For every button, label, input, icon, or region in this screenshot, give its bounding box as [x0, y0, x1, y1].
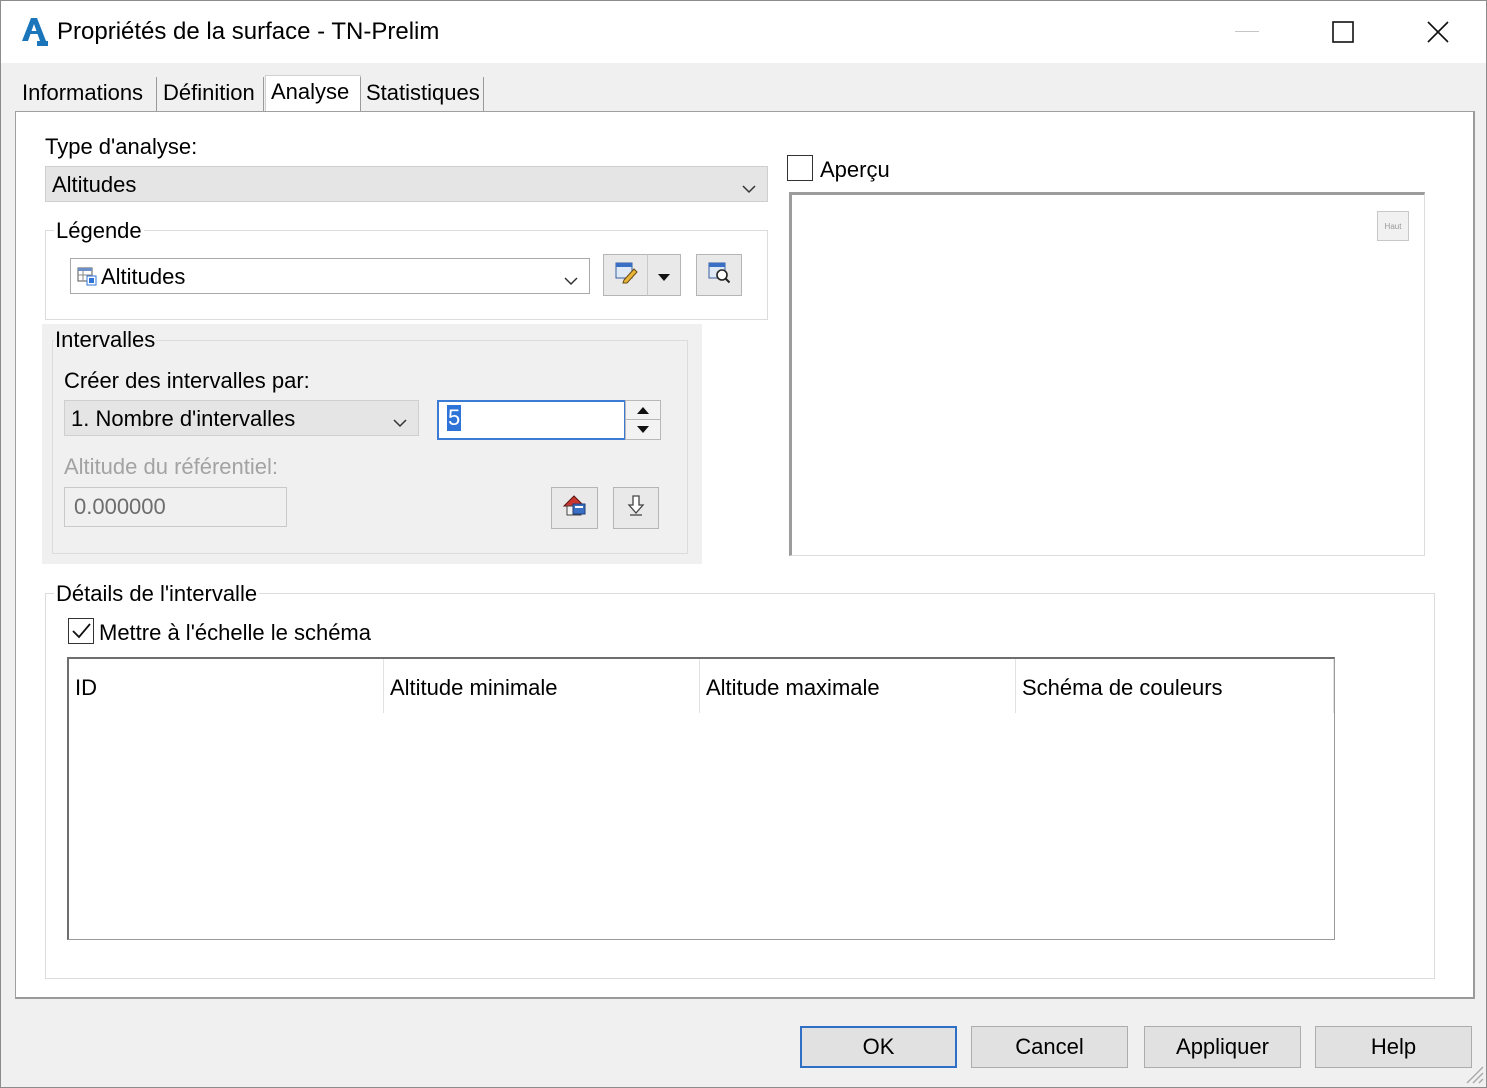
maximize-button[interactable]	[1295, 1, 1391, 63]
column-header-label: ID	[75, 675, 97, 700]
resize-grip-icon[interactable]	[1461, 1061, 1485, 1088]
tab-analyse[interactable]: Analyse	[265, 75, 361, 113]
title-bar[interactable]: Propriétés de la surface - TN-Prelim	[1, 1, 1486, 63]
tab-definition[interactable]: Définition	[158, 77, 264, 111]
minimize-button[interactable]	[1199, 1, 1295, 63]
cancel-button[interactable]: Cancel	[971, 1026, 1128, 1068]
tab-label: Informations	[22, 80, 144, 105]
surface-properties-dialog: Propriétés de la surface - TN-Prelim Inf…	[0, 0, 1487, 1088]
column-header-label: Altitude minimale	[390, 675, 558, 700]
analysis-type-select[interactable]: Altitudes	[45, 166, 768, 202]
view-top-label: Haut	[1384, 221, 1402, 231]
interval-method-value: 1. Nombre d'intervalles	[71, 406, 296, 431]
spin-up-button[interactable]	[626, 401, 660, 420]
arrow-down-icon	[627, 494, 645, 522]
interval-count-value: 5	[447, 405, 462, 431]
help-button-label: Help	[1370, 1034, 1417, 1059]
intervals-group: Intervalles Créer des intervalles par: 1…	[42, 324, 702, 564]
close-button[interactable]	[1390, 1, 1486, 63]
run-analysis-button[interactable]	[551, 487, 598, 529]
legend-style-value: Altitudes	[101, 264, 186, 289]
move-down-button[interactable]	[613, 487, 659, 529]
arrow-down-icon	[637, 426, 649, 433]
preview-checkbox-label: Aperçu	[820, 157, 890, 182]
run-analysis-icon	[562, 493, 588, 523]
column-header-label: Schéma de couleurs	[1022, 675, 1223, 700]
ok-button-label: OK	[862, 1034, 895, 1059]
scale-scheme-checkbox[interactable]	[68, 618, 94, 644]
dropdown-arrow-icon	[658, 262, 670, 288]
reference-altitude-label: Altitude du référentiel:	[64, 454, 279, 479]
window-title: Propriétés de la surface - TN-Prelim	[57, 18, 440, 45]
preview-viewport[interactable]: Haut	[789, 192, 1425, 556]
analysis-type-value: Altitudes	[52, 172, 137, 197]
interval-table[interactable]: ID Altitude minimale Altitude maximale S…	[67, 657, 1335, 940]
legend-group-label: Légende	[54, 218, 144, 244]
ok-button[interactable]: OK	[800, 1026, 957, 1068]
legend-style-select[interactable]: Altitudes	[70, 258, 590, 294]
minimize-icon	[1235, 31, 1259, 33]
column-header-max-altitude[interactable]: Altitude maximale	[700, 659, 1016, 713]
tab-label: Statistiques	[366, 80, 480, 105]
apply-button[interactable]: Appliquer	[1144, 1026, 1301, 1068]
analysis-panel: Type d'analyse: Altitudes Légende Altitu…	[15, 111, 1475, 999]
checkmark-icon	[72, 623, 91, 639]
column-header-color-scheme[interactable]: Schéma de couleurs	[1016, 659, 1334, 713]
column-header-id[interactable]: ID	[69, 659, 384, 713]
preview-style-icon	[707, 260, 731, 290]
cancel-button-label: Cancel	[1015, 1034, 1084, 1059]
chevron-down-icon	[563, 269, 579, 286]
scale-scheme-label: Mettre à l'échelle le schéma	[99, 620, 371, 645]
tab-statistiques[interactable]: Statistiques	[360, 77, 484, 111]
preview-legend-style-button[interactable]	[696, 254, 742, 296]
interval-details-group-label: Détails de l'intervalle	[54, 581, 260, 607]
chevron-down-icon	[741, 177, 757, 194]
arrow-up-icon	[637, 406, 649, 414]
view-top-button[interactable]: Haut	[1377, 211, 1409, 241]
legend-style-menu-button[interactable]	[648, 254, 681, 296]
tab-label: Analyse	[271, 79, 350, 104]
column-header-label: Altitude maximale	[706, 675, 880, 700]
maximize-icon	[1332, 21, 1354, 43]
tab-label: Définition	[163, 80, 255, 105]
analysis-type-label: Type d'analyse:	[45, 134, 198, 159]
edit-legend-style-button[interactable]	[603, 254, 648, 296]
preview-checkbox[interactable]	[787, 155, 813, 181]
apply-button-label: Appliquer	[1176, 1034, 1269, 1059]
help-button[interactable]: Help	[1315, 1026, 1472, 1068]
interval-count-spinner[interactable]	[625, 400, 661, 440]
create-intervals-label: Créer des intervalles par:	[64, 368, 310, 393]
autocad-icon	[19, 15, 49, 47]
tab-informations[interactable]: Informations	[17, 77, 157, 111]
close-icon	[1427, 21, 1449, 43]
intervals-group-label: Intervalles	[54, 327, 157, 353]
reference-altitude-input[interactable]: 0.000000	[64, 487, 287, 527]
interval-count-input[interactable]: 5	[437, 400, 626, 440]
column-header-min-altitude[interactable]: Altitude minimale	[384, 659, 700, 713]
interval-method-select[interactable]: 1. Nombre d'intervalles	[64, 400, 419, 436]
edit-style-icon	[614, 260, 638, 290]
reference-altitude-value: 0.000000	[74, 494, 166, 519]
table-style-icon	[77, 266, 97, 292]
chevron-down-icon	[392, 411, 408, 428]
spin-down-button[interactable]	[626, 420, 660, 439]
